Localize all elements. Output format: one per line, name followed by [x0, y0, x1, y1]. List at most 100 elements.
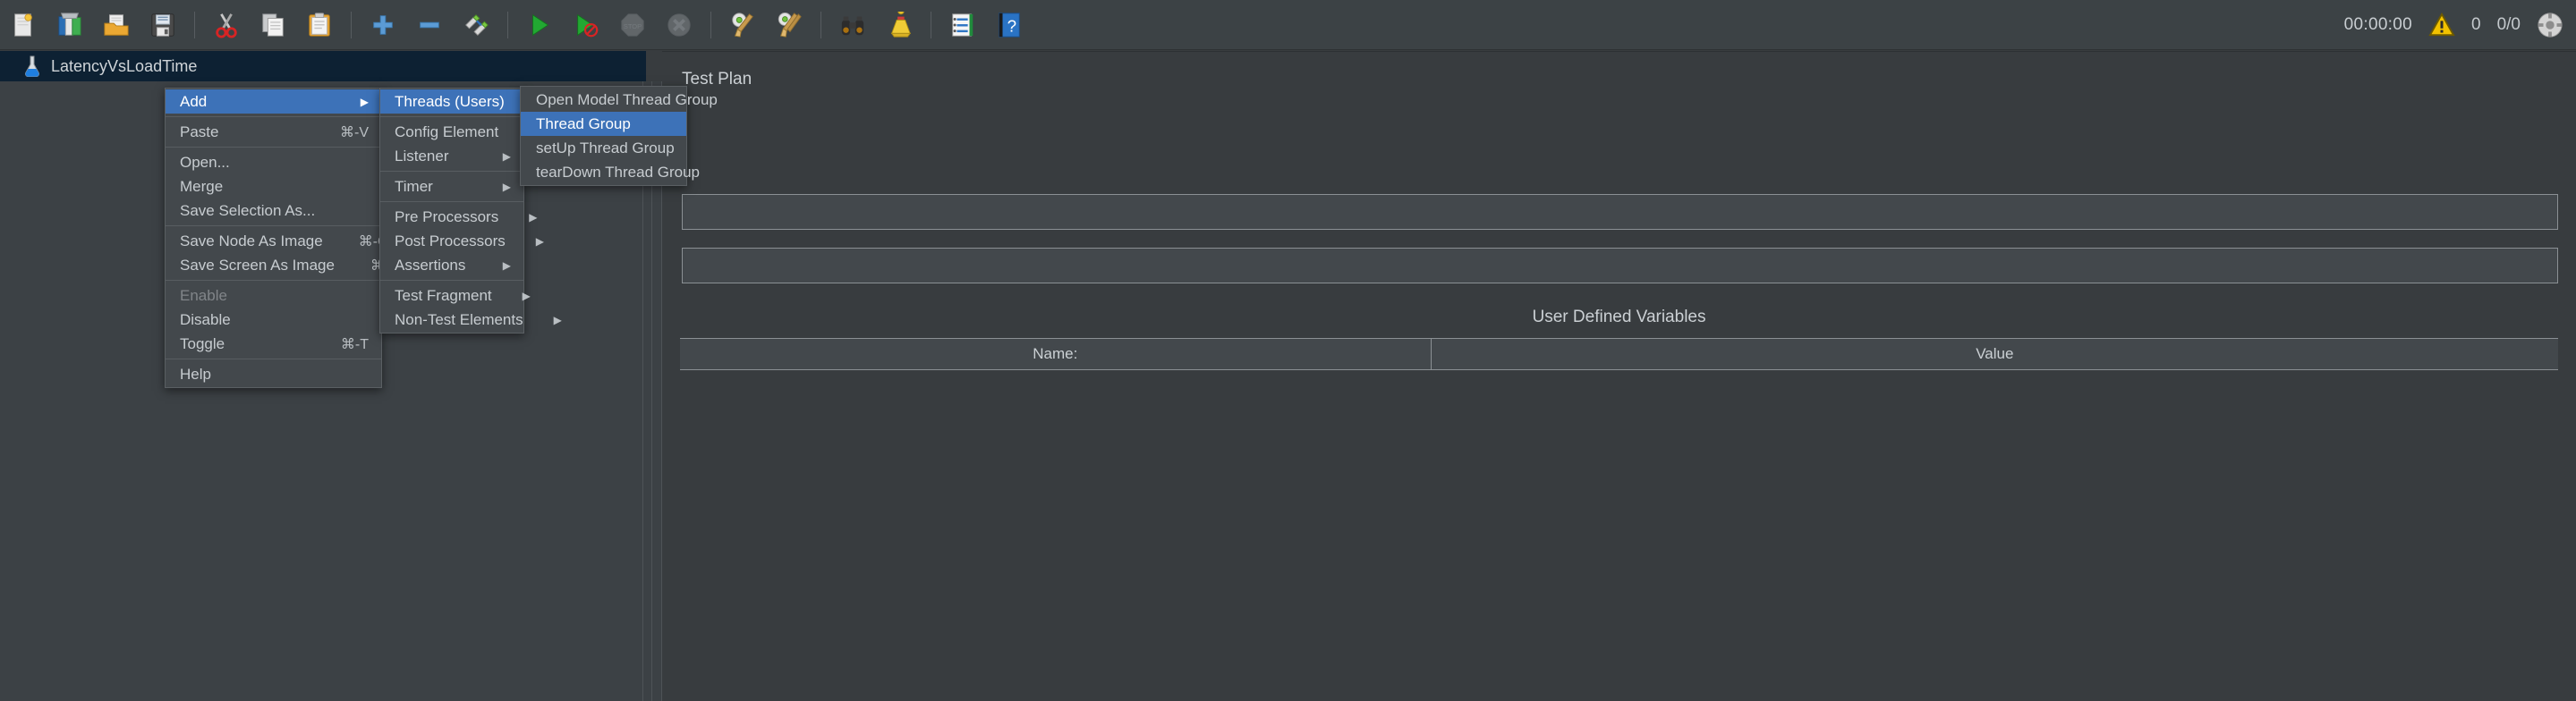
- column-header-value[interactable]: Value: [1432, 339, 2558, 369]
- menu-item-label: tearDown Thread Group: [536, 164, 700, 182]
- toolbar-group-help: ?: [939, 4, 1033, 46]
- copy-button[interactable]: [250, 4, 296, 46]
- add-menu-item-config-element[interactable]: Config Element▶: [380, 120, 523, 144]
- yellow-broom-icon: [886, 12, 913, 38]
- gear-broom-icon: [729, 12, 756, 38]
- stop-button[interactable]: STOP: [609, 4, 656, 46]
- save-floppy-icon: [149, 12, 176, 38]
- menu-item-add[interactable]: Add▶: [166, 89, 381, 114]
- new-test-plan-button[interactable]: [0, 4, 47, 46]
- start-button[interactable]: [516, 4, 563, 46]
- menu-item-toggle[interactable]: Toggle ⌘-T: [166, 332, 381, 356]
- threads-menu-item-thread-group[interactable]: Thread Group: [521, 112, 686, 136]
- menu-item-label: Listener: [395, 148, 448, 165]
- binoculars-icon: [839, 12, 866, 38]
- menu-separator: [166, 225, 381, 226]
- menu-item-disable[interactable]: Disable: [166, 308, 381, 332]
- search-button[interactable]: [829, 4, 876, 46]
- start-no-pauses-button[interactable]: [563, 4, 609, 46]
- cut-button[interactable]: [203, 4, 250, 46]
- toolbar-group-edit: [203, 4, 343, 46]
- add-menu-item-assertions[interactable]: Assertions▶: [380, 253, 523, 277]
- tree-context-menu[interactable]: Add▶ Paste⌘-V Open... MergeSave Selection A…: [165, 88, 382, 388]
- name-field[interactable]: [682, 194, 2558, 230]
- plus-icon: [370, 12, 396, 38]
- tab-latencyvsloadtime[interactable]: LatencyVsLoadTime: [0, 51, 213, 81]
- add-menu-item-test-fragment[interactable]: Test Fragment▶: [380, 283, 523, 308]
- toolbar-separator: [194, 12, 195, 38]
- menu-item-accelerator: ⌘-T: [305, 335, 369, 353]
- toggle-button[interactable]: [453, 4, 499, 46]
- stop-sign-icon: STOP: [619, 12, 646, 38]
- reset-search-button[interactable]: [876, 4, 922, 46]
- collapse-all-button[interactable]: [406, 4, 453, 46]
- user-defined-variables-title: User Defined Variables: [662, 308, 2576, 327]
- connection-indicator-icon: [2537, 12, 2563, 38]
- toolbar-group-run: STOP: [516, 4, 702, 46]
- threads-menu-item-setup-thread-group[interactable]: setUp Thread Group: [521, 136, 686, 160]
- menu-item-paste[interactable]: Paste⌘-V: [166, 120, 381, 144]
- clear-button[interactable]: [719, 4, 766, 46]
- jmeter-window: STOP: [0, 0, 2576, 701]
- help-button[interactable]: ?: [986, 4, 1033, 46]
- chevron-right-icon: ▶: [472, 260, 511, 271]
- menu-item-label: Pre Processors: [395, 208, 498, 226]
- open-folder-icon: [103, 12, 130, 38]
- menu-item-label: Timer: [395, 178, 433, 196]
- svg-text:?: ?: [1007, 16, 1016, 35]
- add-menu-item-post-processors[interactable]: Post Processors▶: [380, 229, 523, 253]
- save-test-plan-button[interactable]: [140, 4, 186, 46]
- menu-item-merge[interactable]: Merge: [166, 174, 381, 198]
- add-menu-item-timer[interactable]: Timer▶: [380, 174, 523, 198]
- minus-icon: [416, 12, 443, 38]
- threads-menu-item-teardown-thread-group[interactable]: tearDown Thread Group: [521, 160, 686, 184]
- add-menu-item-non-test-elements[interactable]: Non-Test Elements▶: [380, 308, 523, 332]
- toggle-pencils-icon: [463, 12, 489, 38]
- menu-item-label: Paste: [180, 123, 218, 141]
- menu-item-label: Post Processors: [395, 232, 506, 250]
- threads-menu-item-open-model-thread-group[interactable]: Open Model Thread Group: [521, 88, 686, 112]
- paste-clipboard-icon: [306, 12, 333, 38]
- clear-all-button[interactable]: [766, 4, 812, 46]
- function-helper-button[interactable]: [939, 4, 986, 46]
- menu-item-save-selection-as[interactable]: Save Selection As...: [166, 198, 381, 223]
- menu-item-help[interactable]: Help: [166, 362, 381, 386]
- column-header-name[interactable]: Name:: [680, 339, 1432, 369]
- toolbar: STOP: [0, 0, 2576, 50]
- add-menu-item-pre-processors[interactable]: Pre Processors▶: [380, 205, 523, 229]
- menu-separator: [166, 116, 381, 117]
- toolbar-group-tree: [360, 4, 499, 46]
- expand-all-button[interactable]: [360, 4, 406, 46]
- jmeter-flask-icon: [23, 55, 41, 77]
- menu-item-label: Toggle: [180, 335, 225, 353]
- threads-users-submenu[interactable]: Open Model Thread GroupThread Group setUp…: [520, 86, 687, 186]
- menu-item-open[interactable]: Open...: [166, 150, 381, 174]
- menu-item-save-screen-as-image[interactable]: Save Screen As Image⌘+⇧-G: [166, 253, 381, 277]
- add-menu-item-threads-users[interactable]: Threads (Users)▶: [380, 89, 523, 114]
- comments-field[interactable]: [682, 248, 2558, 283]
- menu-separator: [166, 147, 381, 148]
- toolbar-separator: [507, 12, 508, 38]
- warning-triangle-icon: [2428, 13, 2455, 38]
- open-button[interactable]: [93, 4, 140, 46]
- menu-separator: [380, 171, 523, 172]
- add-submenu[interactable]: Threads (Users)▶Config Element▶Listener▶…: [379, 88, 524, 334]
- new-document-icon: [10, 12, 37, 38]
- chevron-right-icon: ▶: [506, 236, 544, 247]
- menu-item-label: Open...: [180, 154, 230, 172]
- menu-item-label: Config Element: [395, 123, 498, 141]
- paste-button[interactable]: [296, 4, 343, 46]
- toolbar-status: 00:00:00 0 0/0: [2344, 0, 2563, 50]
- templates-button[interactable]: [47, 4, 93, 46]
- scissors-icon: [213, 12, 240, 38]
- menu-item-save-node-as-image[interactable]: Save Node As Image⌘-G: [166, 229, 381, 253]
- chevron-right-icon: ▶: [492, 291, 531, 301]
- user-defined-variables-table[interactable]: Name: Value: [680, 338, 2558, 370]
- shutdown-button[interactable]: [656, 4, 702, 46]
- toolbar-separator: [820, 12, 821, 38]
- menu-item-label: Test Fragment: [395, 287, 492, 305]
- active-threads-count: 0/0: [2497, 15, 2521, 35]
- menu-item-label: setUp Thread Group: [536, 139, 675, 157]
- add-menu-item-listener[interactable]: Listener▶: [380, 144, 523, 168]
- chevron-right-icon: ▶: [330, 97, 369, 107]
